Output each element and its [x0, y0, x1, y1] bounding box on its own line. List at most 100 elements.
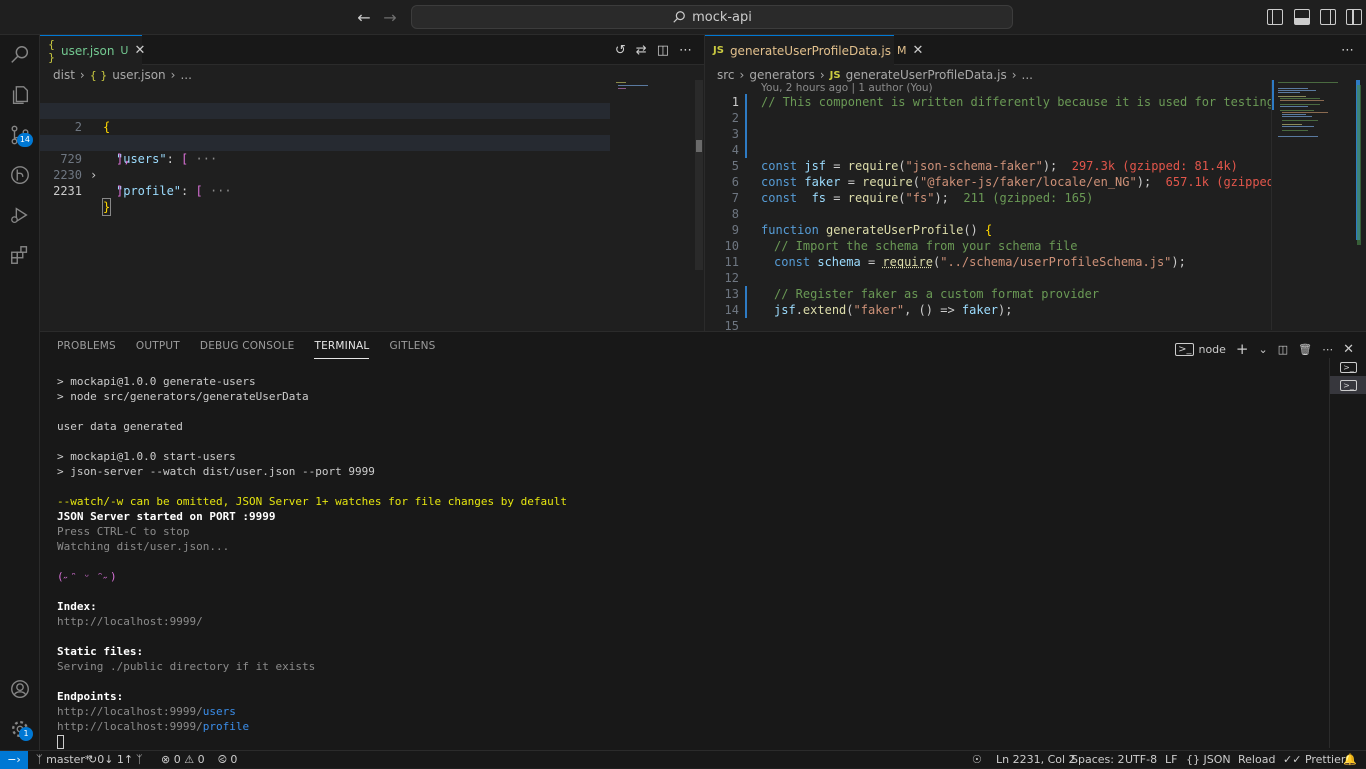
- code-line: 14 jsf.extend("faker", () => faker);: [705, 302, 1271, 318]
- code-line: 729 › "profile": [ ···: [40, 135, 610, 151]
- minimap[interactable]: [614, 80, 694, 100]
- line-number: 2231: [40, 183, 82, 199]
- terminal-line: --watch/-w can be omitted, JSON Server 1…: [57, 494, 1307, 509]
- close-icon[interactable]: ✕: [134, 43, 145, 58]
- cursor-position[interactable]: Ln 2231, Col 2: [996, 751, 1076, 769]
- terminal-icon: >_: [1340, 380, 1357, 391]
- tab-generateuserprofiledata-js[interactable]: JS generateUserProfileData.js M ✕: [705, 35, 894, 65]
- more-actions-icon[interactable]: ⋯: [1341, 43, 1354, 58]
- tab-user-json[interactable]: { } user.json U ✕: [40, 35, 142, 65]
- breadcrumb-item[interactable]: generators: [749, 68, 815, 82]
- code-area[interactable]: 1 { 2 › "users": [ ··· 728 ], 729 › "pro…: [40, 87, 610, 183]
- code-text: =: [826, 191, 848, 205]
- terminal-line: [57, 479, 1307, 494]
- remote-indicator-icon[interactable]: −›: [0, 751, 28, 769]
- more-actions-icon[interactable]: ⋯: [1322, 343, 1333, 356]
- js-file-icon: JS: [713, 45, 724, 56]
- code-text: =: [840, 175, 862, 189]
- extensions-icon[interactable]: [0, 235, 40, 275]
- encoding[interactable]: UTF-8: [1125, 751, 1157, 769]
- tab-status: M: [897, 44, 907, 57]
- code-comment: // Import the schema from your schema fi…: [774, 238, 1077, 254]
- language-mode[interactable]: {} JSON: [1186, 751, 1231, 769]
- forward-arrow-icon[interactable]: →: [380, 8, 400, 28]
- split-terminal-icon[interactable]: ◫: [1278, 343, 1288, 356]
- line-number: 9: [705, 222, 739, 238]
- breadcrumb-item[interactable]: ...: [1022, 68, 1033, 82]
- code-line: 6 const faker = require("@faker-js/faker/…: [705, 174, 1271, 190]
- codelens-blame[interactable]: You, 2 hours ago | 1 author (You): [761, 82, 933, 94]
- terminal-line: > mockapi@1.0.0 generate-users: [57, 374, 1307, 389]
- tab-problems[interactable]: PROBLEMS: [57, 340, 116, 359]
- warning-count: 0: [198, 753, 205, 766]
- chevron-right-icon: ›: [80, 68, 85, 82]
- line-number: 15: [705, 318, 739, 331]
- trash-icon[interactable]: 🗑: [1298, 343, 1312, 356]
- close-icon[interactable]: ✕: [913, 43, 924, 58]
- problems-status[interactable]: ⊗ 0 ⚠ 0: [161, 751, 205, 769]
- tab-terminal[interactable]: TERMINAL: [314, 340, 369, 359]
- location-pin-icon[interactable]: ☉: [972, 751, 982, 769]
- source-control-icon[interactable]: 14: [0, 115, 40, 155]
- code-text: }: [103, 199, 110, 215]
- new-terminal-plus-icon[interactable]: +: [1236, 340, 1249, 358]
- chevron-right-icon: ›: [171, 68, 176, 82]
- code-line: 1// This component is written differentl…: [705, 94, 1271, 110]
- terminal-line: (˶ᵔ ᵕ ᵔ˶): [57, 569, 1307, 584]
- tab-status: U: [120, 44, 128, 57]
- accounts-icon[interactable]: [0, 669, 40, 709]
- manage-gear-icon[interactable]: 1: [0, 709, 40, 749]
- split-editor-icon[interactable]: ◫: [657, 43, 669, 58]
- close-panel-icon[interactable]: ✕: [1343, 342, 1354, 357]
- code-function: require: [882, 255, 933, 269]
- compare-changes-icon[interactable]: ⇄: [636, 43, 647, 58]
- code-area[interactable]: 1 // This component is written differentl…: [705, 94, 1271, 331]
- tab-gitlens[interactable]: GITLENS: [389, 340, 435, 359]
- breadcrumb-item[interactable]: user.json: [112, 68, 165, 82]
- toggle-secondary-sidebar-icon[interactable]: [1320, 9, 1336, 25]
- left-editor-actions: ↺ ⇄ ◫ ⋯: [615, 35, 692, 65]
- ports-status[interactable]: ⧀ 0: [218, 751, 237, 769]
- terminal-line: [57, 674, 1307, 689]
- git-graph-icon[interactable]: [0, 155, 40, 195]
- breadcrumb-item[interactable]: ...: [180, 68, 191, 82]
- minimap[interactable]: [1271, 80, 1355, 330]
- code-line: 8: [705, 206, 1271, 222]
- breadcrumb-item[interactable]: src: [717, 68, 735, 82]
- tab-output[interactable]: OUTPUT: [136, 340, 180, 359]
- notifications-bell-icon[interactable]: 🔔: [1343, 751, 1357, 769]
- folded-ellipsis[interactable]: ···: [210, 184, 232, 198]
- chevron-down-icon[interactable]: ⌄: [1259, 343, 1268, 356]
- terminal-selector[interactable]: >_ node: [1175, 343, 1226, 356]
- back-arrow-icon[interactable]: ←: [354, 8, 374, 28]
- endpoint-line[interactable]: http://localhost:9999/users: [57, 704, 1307, 719]
- command-center-search[interactable]: mock-api: [411, 5, 1013, 29]
- timeline-icon[interactable]: ↺: [615, 43, 626, 58]
- explorer-search-icon[interactable]: [0, 35, 40, 75]
- sync-status[interactable]: ↻0↓ 1↑: [88, 751, 133, 769]
- sync-counts: 0↓ 1↑: [97, 753, 133, 766]
- chevron-right-icon: ›: [820, 68, 825, 82]
- prettier-status[interactable]: ✓✓ Prettier: [1283, 751, 1345, 769]
- terminal-output[interactable]: > mockapi@1.0.0 generate-users > node src…: [57, 374, 1307, 749]
- git-graph-status-icon[interactable]: ᛉ: [136, 751, 143, 769]
- terminal-instance[interactable]: >_: [1330, 358, 1366, 376]
- code-line: 2231 }: [40, 167, 610, 183]
- end-of-line[interactable]: LF: [1165, 751, 1177, 769]
- toggle-primary-sidebar-icon[interactable]: [1267, 9, 1283, 25]
- vertical-scrollbar[interactable]: [695, 80, 703, 270]
- indentation[interactable]: Spaces: 2: [1071, 751, 1124, 769]
- reload-button[interactable]: Reload: [1238, 751, 1275, 769]
- tab-debug-console[interactable]: DEBUG CONSOLE: [200, 340, 295, 359]
- breadcrumb-item[interactable]: dist: [53, 68, 75, 82]
- run-debug-icon[interactable]: [0, 195, 40, 235]
- line-number: 8: [705, 206, 739, 222]
- branch-status[interactable]: ᛉ master*: [36, 751, 90, 769]
- customize-layout-icon[interactable]: [1346, 9, 1362, 25]
- terminal-instance[interactable]: >_: [1330, 376, 1366, 394]
- more-actions-icon[interactable]: ⋯: [679, 43, 692, 58]
- breadcrumb-item[interactable]: generateUserProfileData.js: [846, 68, 1007, 82]
- toggle-panel-icon[interactable]: [1294, 9, 1310, 25]
- endpoint-line[interactable]: http://localhost:9999/profile: [57, 719, 1307, 734]
- files-icon[interactable]: [0, 75, 40, 115]
